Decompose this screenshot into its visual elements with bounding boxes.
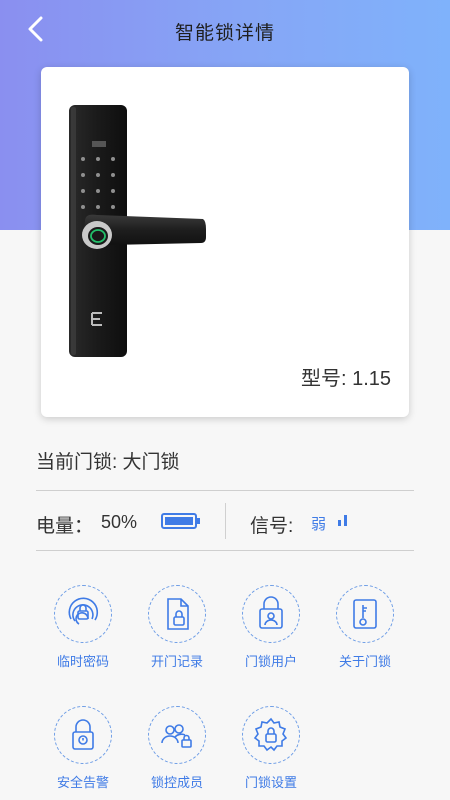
lock-user-icon xyxy=(259,596,283,629)
menu-label: 开门记录 xyxy=(150,654,203,669)
menu-label: 门锁设置 xyxy=(244,775,297,790)
header: 智能锁详情 xyxy=(0,0,450,60)
menu-label: 门锁用户 xyxy=(244,654,297,669)
security-alarm-button[interactable]: 安全告警 xyxy=(38,706,128,791)
open-records-button[interactable]: 开门记录 xyxy=(132,585,222,670)
menu-label: 关于门锁 xyxy=(338,654,391,669)
temp-password-button[interactable]: 临时密码 xyxy=(38,585,128,670)
smart-lock-image xyxy=(69,105,206,357)
key-icon xyxy=(353,599,377,629)
lock-card: 型号: 1.15 xyxy=(41,67,409,417)
fingerprint-lock-icon xyxy=(68,597,99,625)
gear-lock-icon xyxy=(253,717,288,752)
current-lock-label: 当前门锁: 大门锁 xyxy=(36,452,180,473)
vertical-divider xyxy=(225,503,226,539)
divider xyxy=(36,490,414,491)
battery-icon xyxy=(161,513,200,529)
members-lock-icon xyxy=(161,724,192,748)
signal-label: 信号: xyxy=(250,516,294,537)
battery-label: 电量： xyxy=(36,516,94,537)
lock-users-button[interactable]: 门锁用户 xyxy=(226,585,316,670)
alarm-lock-icon xyxy=(72,719,94,750)
model-text: 型号: 1.15 xyxy=(300,368,391,390)
signal-bars-icon xyxy=(338,515,347,526)
signal-value: 弱 xyxy=(311,516,327,533)
about-lock-button[interactable]: 关于门锁 xyxy=(320,585,410,670)
divider xyxy=(36,550,414,551)
lock-members-button[interactable]: 锁控成员 xyxy=(132,706,222,791)
page-title: 智能锁详情 xyxy=(174,23,275,44)
lock-settings-button[interactable]: 门锁设置 xyxy=(226,706,316,791)
menu-label: 临时密码 xyxy=(56,654,109,669)
menu-label: 安全告警 xyxy=(56,775,109,790)
battery-value: 50% xyxy=(101,512,138,532)
menu-label: 锁控成员 xyxy=(150,775,203,790)
document-lock-icon xyxy=(167,598,189,630)
